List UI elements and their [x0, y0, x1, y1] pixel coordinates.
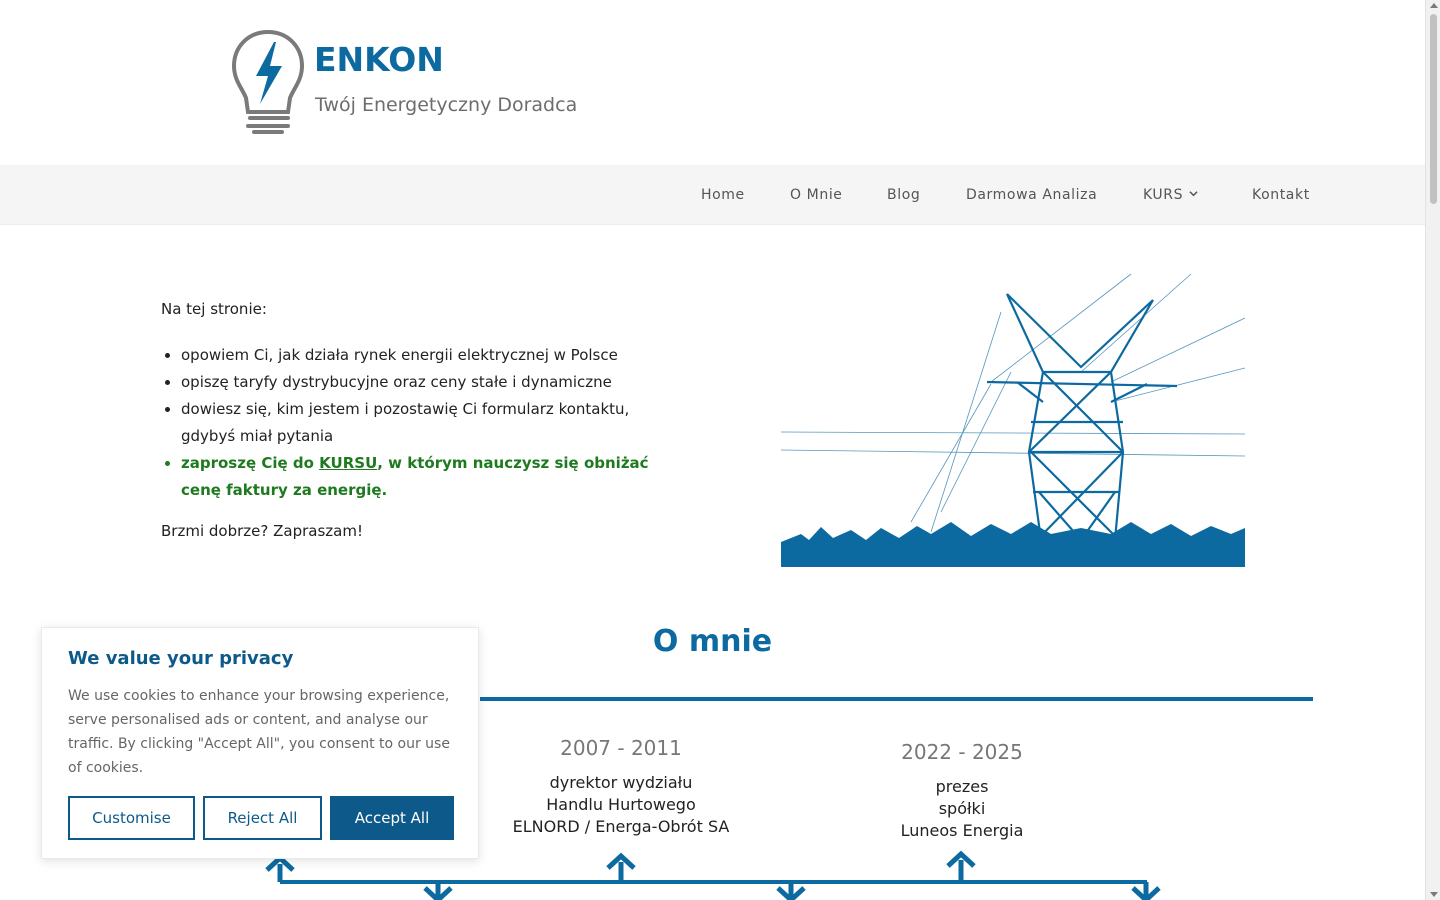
chevron-down-icon — [1189, 191, 1198, 197]
page: ENKON Twój Energetyczny Doradca Home O M… — [0, 0, 1425, 900]
intro-closing: Brzmi dobrze? Zapraszam! — [161, 522, 363, 540]
timeline-desc-line: dyrektor wydziału — [549, 773, 693, 792]
kurs-invite-before: zaproszę Cię do — [181, 454, 320, 472]
list-item: opowiem Ci, jak działa rynek energii ele… — [181, 342, 681, 369]
intro-lead: Na tej stronie: — [161, 300, 267, 318]
page-scrollbar[interactable] — [1425, 0, 1440, 900]
lightbulb-bolt-icon[interactable] — [230, 28, 306, 136]
reject-all-button[interactable]: Reject All — [203, 796, 322, 840]
kurs-link[interactable]: KURSU — [319, 454, 377, 472]
customise-button[interactable]: Customise — [68, 796, 195, 840]
timeline-desc-line: Luneos Energia — [900, 821, 1024, 840]
brand-name[interactable]: ENKON — [314, 40, 444, 79]
brand-tagline: Twój Energetyczny Doradca — [315, 94, 578, 116]
timeline-item: 2007 - 2011 dyrektor wydziału Handlu Hur… — [500, 736, 742, 838]
main-nav: Home O Mnie Blog Darmowa Analiza KURS Ko… — [0, 165, 1425, 225]
accept-all-button[interactable]: Accept All — [330, 796, 454, 840]
scrollbar-thumb[interactable] — [1430, 14, 1437, 204]
timeline-desc-line: prezes — [935, 777, 989, 796]
nav-item-home[interactable]: Home — [701, 165, 745, 225]
timeline-desc-line: spółki — [938, 799, 986, 818]
nav-item-darmowa-analiza[interactable]: Darmowa Analiza — [966, 165, 1097, 225]
nav-item-kurs[interactable]: KURS — [1143, 165, 1198, 225]
scroll-up-arrow-icon[interactable] — [1430, 3, 1438, 8]
list-item-kurs-invite: zaproszę Cię do KURSU, w którym nauczysz… — [181, 450, 681, 504]
timeline-desc-line: ELNORD / Energa-Obrót SA — [512, 817, 730, 836]
nav-item-kontakt[interactable]: Kontakt — [1252, 165, 1310, 225]
intro-section: Na tej stronie: opowiem Ci, jak działa r… — [161, 296, 681, 545]
timeline-years: 2007 - 2011 — [560, 736, 682, 760]
cookie-title: We value your privacy — [68, 648, 294, 669]
about-divider — [480, 697, 1313, 701]
timeline-item: 2022 - 2025 prezes spółki Luneos Energia — [862, 740, 1062, 842]
list-item: opiszę taryfy dystrybucyjne oraz ceny st… — [181, 369, 681, 396]
power-pylon-illustration — [781, 273, 1245, 567]
timeline-years: 2022 - 2025 — [901, 740, 1023, 764]
nav-item-o-mnie[interactable]: O Mnie — [790, 165, 843, 225]
intro-list: opowiem Ci, jak działa rynek energii ele… — [181, 342, 681, 504]
timeline-desc-line: Handlu Hurtowego — [546, 795, 696, 814]
cookie-consent-banner: We value your privacy We use cookies to … — [41, 627, 479, 859]
site-header: ENKON Twój Energetyczny Doradca — [0, 0, 1425, 165]
nav-item-blog[interactable]: Blog — [887, 165, 920, 225]
nav-item-kurs-label: KURS — [1143, 187, 1184, 203]
list-item: dowiesz się, kim jestem i pozostawię Ci … — [181, 396, 681, 450]
cookie-text: We use cookies to enhance your browsing … — [68, 688, 450, 776]
scroll-down-arrow-icon[interactable] — [1430, 892, 1438, 897]
